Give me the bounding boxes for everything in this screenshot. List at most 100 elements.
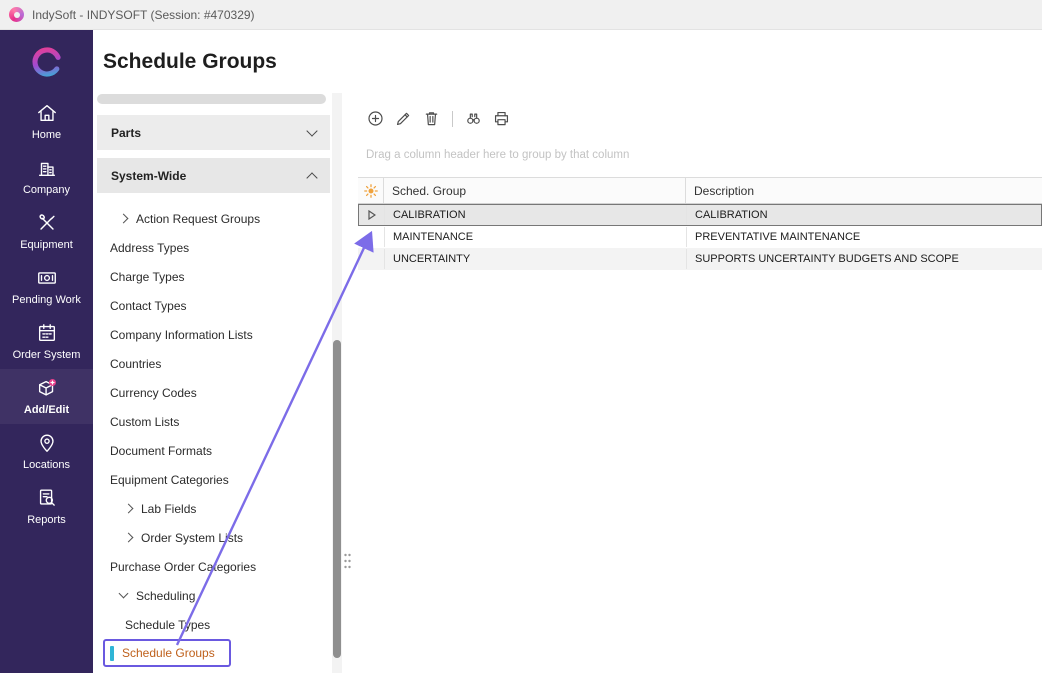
nav-item-document-formats[interactable]: Document Formats xyxy=(97,436,330,465)
table-row-uncertainty[interactable]: UNCERTAINTY SUPPORTS UNCERTAINTY BUDGETS… xyxy=(358,248,1042,270)
modify-button[interactable] xyxy=(394,109,413,129)
delete-button[interactable] xyxy=(422,109,441,129)
customize-columns-button[interactable] xyxy=(358,178,384,203)
chevron-up-icon xyxy=(306,172,317,183)
sidebar: Home Company Equipment Pending Work Ord xyxy=(0,30,93,673)
nav-item-label: Action Request Groups xyxy=(136,212,260,226)
nav-item-label: Purchase Order Categories xyxy=(110,560,256,574)
chevron-right-icon xyxy=(124,533,134,543)
grip-dots-icon xyxy=(343,552,352,570)
nav-item-label: Schedule Types xyxy=(125,618,210,632)
nav-item-company-information-lists[interactable]: Company Information Lists xyxy=(97,320,330,349)
nav-item-contact-types[interactable]: Contact Types xyxy=(97,291,330,320)
chevron-down-icon xyxy=(306,125,317,136)
nav-item-charge-types[interactable]: Charge Types xyxy=(97,262,330,291)
nav-item-label: Order System Lists xyxy=(141,531,243,545)
table-row-calibration[interactable]: CALIBRATION CALIBRATION xyxy=(358,204,1042,226)
sidebar-item-label: Reports xyxy=(27,514,66,526)
nav-item-label: Company Information Lists xyxy=(110,328,253,342)
add-edit-icon xyxy=(36,377,58,399)
group-by-drop-zone: Drag a column header here to group by th… xyxy=(366,149,1042,163)
nav-item-label: Contact Types xyxy=(110,299,187,313)
table-row-maintenance[interactable]: MAINTENANCE PREVENTATIVE MAINTENANCE xyxy=(358,226,1042,248)
section-system-wide[interactable]: System-Wide xyxy=(97,158,330,193)
chevron-right-icon xyxy=(119,214,129,224)
row-focus-marker xyxy=(359,205,385,225)
order-system-icon xyxy=(36,322,58,344)
sidebar-item-label: Company xyxy=(23,184,70,196)
find-button[interactable] xyxy=(464,109,483,129)
nav-item-label: Custom Lists xyxy=(110,415,179,429)
nav-item-label: Scheduling xyxy=(136,589,195,603)
sidebar-item-label: Add/Edit xyxy=(24,404,69,416)
indysoft-logo-icon xyxy=(0,30,93,94)
horizontal-scrollbar[interactable] xyxy=(97,94,326,104)
add-button[interactable] xyxy=(366,109,385,129)
pending-work-icon xyxy=(36,267,58,289)
vertical-scrollbar[interactable] xyxy=(332,93,342,673)
nav-item-address-types[interactable]: Address Types xyxy=(97,233,330,262)
schedule-groups-content: Drag a column header here to group by th… xyxy=(358,95,1042,673)
nav-item-lab-fields[interactable]: Lab Fields xyxy=(97,494,330,523)
nav-item-purchase-order-categories[interactable]: Purchase Order Categories xyxy=(97,552,330,581)
nav-item-equipment-categories[interactable]: Equipment Categories xyxy=(97,465,330,494)
column-header-description[interactable]: Description xyxy=(686,178,1042,203)
cell-sched-group: UNCERTAINTY xyxy=(385,249,687,269)
sidebar-item-company[interactable]: Company xyxy=(0,149,93,204)
vertical-scrollbar-thumb[interactable] xyxy=(333,340,341,658)
title-bar: IndySoft - INDYSOFT (Session: #470329) xyxy=(0,0,1042,30)
sidebar-item-label: Equipment xyxy=(20,239,73,251)
chevron-right-icon xyxy=(124,504,134,514)
sidebar-item-locations[interactable]: Locations xyxy=(0,424,93,479)
app-logo-icon xyxy=(9,7,24,22)
equipment-icon xyxy=(36,212,58,234)
sidebar-item-order-system[interactable]: Order System xyxy=(0,314,93,369)
row-focus-marker xyxy=(359,227,385,247)
nav-item-list: Action Request Groups Address Types Char… xyxy=(97,204,330,667)
edit-pencil-icon xyxy=(394,109,413,128)
reports-icon xyxy=(36,487,58,509)
cell-description: SUPPORTS UNCERTAINTY BUDGETS AND SCOPE xyxy=(687,249,1041,269)
sidebar-item-add-edit[interactable]: Add/Edit xyxy=(0,369,93,424)
nav-item-label: Address Types xyxy=(110,241,189,255)
nav-item-currency-codes[interactable]: Currency Codes xyxy=(97,378,330,407)
nav-item-label: Schedule Groups xyxy=(122,646,215,660)
section-label: Parts xyxy=(111,126,141,140)
sidebar-item-reports[interactable]: Reports xyxy=(0,479,93,534)
nav-item-label: Countries xyxy=(110,357,161,371)
splitter-grip[interactable] xyxy=(343,552,352,575)
home-icon xyxy=(36,102,58,124)
column-header-sched-group[interactable]: Sched. Group xyxy=(384,178,686,203)
nav-item-schedule-groups[interactable]: Schedule Groups xyxy=(103,639,231,667)
printer-icon xyxy=(492,109,511,128)
nav-item-scheduling[interactable]: Scheduling xyxy=(97,581,330,610)
cell-description: CALIBRATION xyxy=(687,205,1041,225)
sidebar-item-pending-work[interactable]: Pending Work xyxy=(0,259,93,314)
nav-item-order-system-lists[interactable]: Order System Lists xyxy=(97,523,330,552)
schedule-groups-grid: Sched. Group Description CALIBRATION CAL… xyxy=(358,177,1042,270)
section-parts[interactable]: Parts xyxy=(97,115,330,150)
sun-icon xyxy=(364,184,378,198)
nav-item-label: Currency Codes xyxy=(110,386,197,400)
cell-description: PREVENTATIVE MAINTENANCE xyxy=(687,227,1041,247)
nav-item-custom-lists[interactable]: Custom Lists xyxy=(97,407,330,436)
nav-item-countries[interactable]: Countries xyxy=(97,349,330,378)
page-title: Schedule Groups xyxy=(103,50,277,74)
nav-item-label: Lab Fields xyxy=(141,502,196,516)
nav-item-label: Document Formats xyxy=(110,444,212,458)
trash-icon xyxy=(422,109,441,128)
sidebar-item-label: Order System xyxy=(13,349,81,361)
selection-accent-bar xyxy=(110,646,114,661)
settings-nav-panel: Parts System-Wide Action Request Groups … xyxy=(97,92,330,673)
nav-item-action-request-groups[interactable]: Action Request Groups xyxy=(97,204,330,233)
grid-toolbar xyxy=(366,109,1042,129)
sidebar-item-label: Locations xyxy=(23,459,70,471)
sidebar-item-home[interactable]: Home xyxy=(0,94,93,149)
nav-item-schedule-types[interactable]: Schedule Types xyxy=(97,610,330,639)
sidebar-item-label: Home xyxy=(32,129,61,141)
sidebar-item-equipment[interactable]: Equipment xyxy=(0,204,93,259)
print-button[interactable] xyxy=(492,109,511,129)
cell-sched-group: CALIBRATION xyxy=(385,205,687,225)
sidebar-item-label: Pending Work xyxy=(12,294,81,306)
add-icon xyxy=(366,109,385,128)
